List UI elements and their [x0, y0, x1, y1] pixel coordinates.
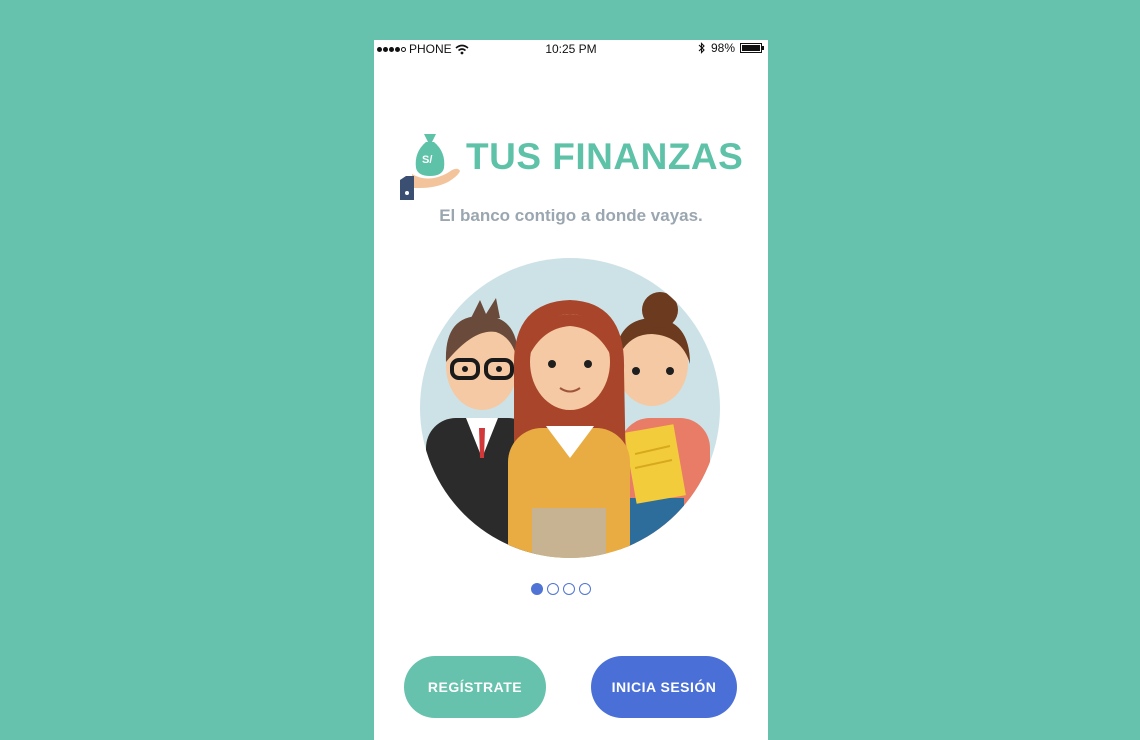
- status-right: 98%: [698, 41, 764, 55]
- login-button[interactable]: INICIA SESIÓN: [591, 656, 737, 718]
- pager-dot[interactable]: [531, 583, 543, 595]
- status-bar: PHONE 10:25 PM 98%: [374, 40, 768, 58]
- phone-screen: PHONE 10:25 PM 98% S/ TUS FINANZAS El ba…: [374, 40, 768, 740]
- currency-symbol: S/: [422, 154, 432, 166]
- pager-dot[interactable]: [547, 583, 559, 595]
- carousel-pager: [531, 583, 591, 595]
- bluetooth-icon: [698, 42, 705, 54]
- money-bag-hand-icon: S/: [400, 134, 460, 200]
- brand-title: TUS FINANZAS: [466, 136, 744, 177]
- pager-dot[interactable]: [579, 583, 591, 595]
- battery-percent: 98%: [710, 41, 735, 55]
- team-illustration: [420, 258, 720, 558]
- pager-dot[interactable]: [563, 583, 575, 595]
- register-button[interactable]: REGÍSTRATE: [404, 656, 546, 718]
- tagline: El banco contigo a donde vayas.: [439, 206, 703, 225]
- battery-icon: [740, 43, 764, 53]
